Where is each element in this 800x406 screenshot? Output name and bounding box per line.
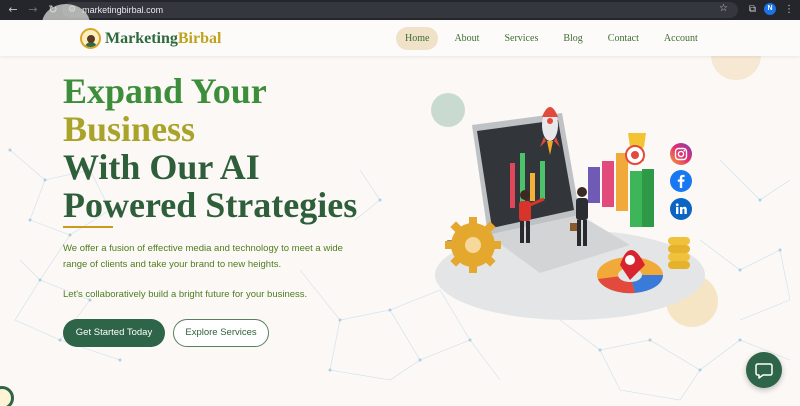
forward-icon[interactable]: →: [26, 3, 40, 17]
linkedin-icon[interactable]: [670, 198, 692, 220]
browser-menu-icon[interactable]: ⋮: [784, 4, 794, 15]
address-bar[interactable]: ⚙ marketingbirbal.com ☆: [62, 2, 738, 18]
nav-blog[interactable]: Blog: [554, 27, 591, 50]
hero-headline: Expand Your Business With Our AI Powered…: [63, 72, 357, 224]
instagram-icon[interactable]: [670, 143, 692, 165]
hero-tagline: Let's collaboratively build a bright fut…: [63, 289, 308, 300]
chat-icon: [755, 363, 773, 379]
headline-underline: [63, 226, 113, 228]
nav-home[interactable]: Home: [396, 27, 439, 50]
main-nav: Home About Services Blog Contact Account: [396, 27, 710, 50]
growth-bars-icon: [588, 153, 654, 227]
back-icon[interactable]: ←: [6, 3, 20, 17]
facebook-icon[interactable]: [670, 170, 692, 192]
nav-contact[interactable]: Contact: [599, 27, 648, 50]
logo-badge-icon: [80, 28, 101, 49]
headline-line-2: Business: [63, 109, 196, 149]
browser-toolbar: ← → ↻ ⚙ marketingbirbal.com ☆ ⧉ N ⋮: [0, 0, 800, 20]
chat-button[interactable]: [746, 352, 782, 388]
nav-account[interactable]: Account: [655, 27, 707, 50]
hero-description: We offer a fusion of effective media and…: [63, 243, 343, 270]
site-header: MarketingBirbal Home About Services Blog…: [0, 20, 800, 56]
target-icon: [625, 145, 645, 165]
headline-line-3: With Our AI: [63, 147, 260, 187]
extensions-icon[interactable]: ⧉: [749, 4, 756, 15]
explore-services-button[interactable]: Explore Services: [173, 319, 269, 347]
brand-name: MarketingBirbal: [105, 29, 222, 47]
bookmark-star-icon[interactable]: ☆: [719, 3, 728, 14]
url-text: marketingbirbal.com: [82, 5, 164, 15]
profile-avatar[interactable]: N: [764, 3, 776, 15]
brand-logo[interactable]: MarketingBirbal: [80, 28, 221, 49]
headline-line-1: Expand Your: [63, 71, 267, 111]
nav-about[interactable]: About: [445, 27, 488, 50]
headline-line-4: Powered Strategies: [63, 185, 358, 225]
get-started-button[interactable]: Get Started Today: [63, 319, 165, 347]
nav-services[interactable]: Services: [495, 27, 547, 50]
